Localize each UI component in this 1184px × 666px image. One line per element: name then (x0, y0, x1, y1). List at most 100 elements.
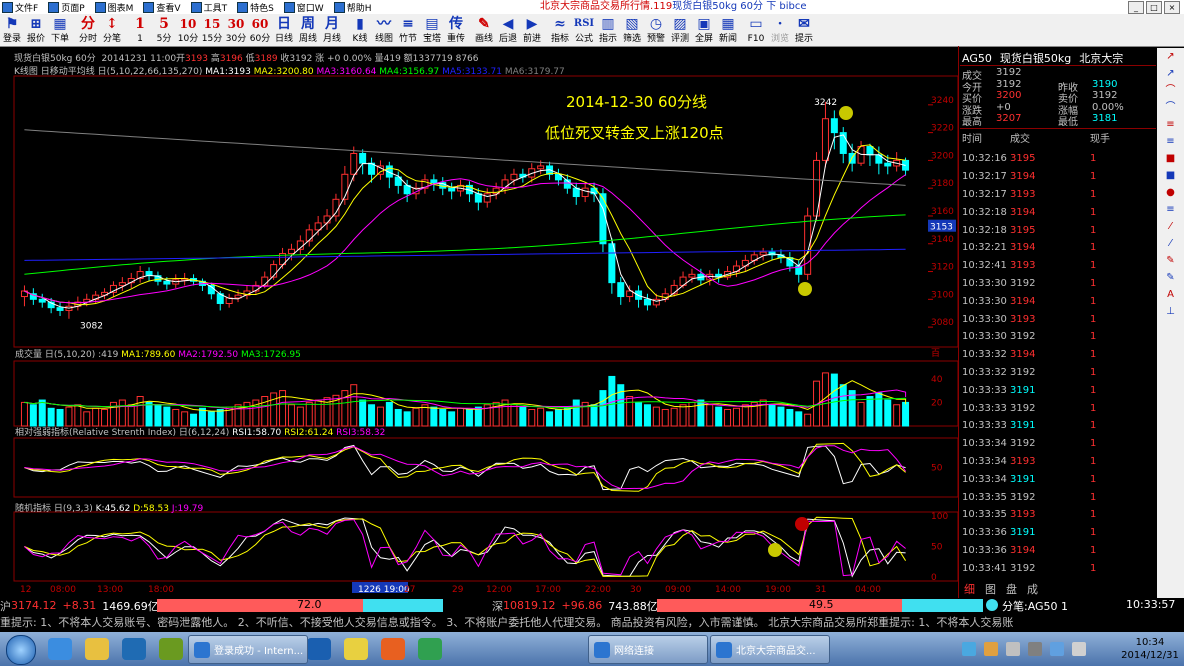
info-open: 3193 (185, 54, 208, 64)
toolbar-button-30[interactable]: ▭ F10 (744, 14, 768, 46)
start-button-icon[interactable] (6, 635, 36, 665)
toolbar-button-13[interactable]: 月月线 (320, 14, 344, 46)
taskbar-item-0[interactable]: 登录成功 - Intern... (188, 635, 308, 664)
quicklaunch-icon[interactable] (85, 638, 109, 660)
toolbar-button-32[interactable]: ✉ 提示 (792, 14, 816, 46)
toolbar-button-8[interactable]: 15 15分 (200, 14, 224, 46)
tray-icon[interactable] (1072, 642, 1086, 656)
drawing-tool-icon[interactable]: ↗ (1157, 48, 1184, 65)
quote-tab-2[interactable]: 盘 (1006, 581, 1017, 597)
drawing-tool-icon[interactable]: ≡ (1157, 133, 1184, 150)
menu-item-5[interactable]: 特色S (235, 1, 274, 14)
volume-bar (635, 401, 643, 427)
toolbar-button-27[interactable]: ▨ 评测 (668, 14, 692, 46)
drawing-tool-icon[interactable]: ● (1157, 184, 1184, 201)
drawing-tool-icon[interactable]: ✎ (1157, 252, 1184, 269)
toolbar-button-0[interactable]: ⚑ 登录 (0, 14, 24, 46)
kdj-tick-label: 50 (931, 543, 943, 553)
drawing-tool-icon[interactable]: ⊥ (1157, 303, 1184, 320)
menu-item-6[interactable]: 窗口W (282, 1, 324, 14)
toolbar-button-26[interactable]: ◷ 预警 (644, 14, 668, 46)
menu-item-2[interactable]: 图表M (93, 1, 133, 14)
toolbar-button-19[interactable]: ✎ 画线 (472, 14, 496, 46)
sz-index: 深 10819.12 +96.86 743.88亿 (492, 598, 658, 613)
toolbar-button-4[interactable]: ↕ 分笔 (100, 14, 124, 46)
taskbar-item-2[interactable]: 北京大宗商品交... (710, 635, 830, 664)
toolbar-button-14[interactable]: ▮ K线 (348, 14, 372, 46)
ma-legend: K线图 日移动平均线 日(5,10,22,66,135,270) MA1:319… (14, 64, 565, 77)
drawing-tool-icon[interactable]: ⁄ (1157, 235, 1184, 252)
quicklaunch-icon[interactable] (381, 638, 405, 660)
toolbar-button-20[interactable]: ◀ 后退 (496, 14, 520, 46)
quicklaunch-icon[interactable] (344, 638, 368, 660)
quicklaunch-icon[interactable] (48, 638, 72, 660)
drawing-tool-icon[interactable]: ■ (1157, 150, 1184, 167)
drawing-tool-icon[interactable]: A (1157, 286, 1184, 303)
menu-item-0[interactable]: 文件F (0, 1, 38, 14)
menu-item-1[interactable]: 页面P (46, 1, 85, 14)
tray-icon[interactable] (962, 642, 976, 656)
volume-bar (261, 396, 269, 427)
toolbar-button-21[interactable]: ▶ 前进 (520, 14, 544, 46)
sh-index: 沪 3174.12 +8.31 1469.69亿 (0, 598, 159, 613)
drawing-tool-icon[interactable]: ≡ (1157, 116, 1184, 133)
quote-name: 现货白银50kg (999, 52, 1072, 65)
info-high: 3196 (219, 54, 243, 64)
toolbar-button-24[interactable]: ▥ 指示 (596, 14, 620, 46)
quote-tab-3[interactable]: 成 (1027, 581, 1038, 597)
clock[interactable]: 10:34 2014/12/31 (1120, 636, 1180, 662)
toolbar-button-29[interactable]: ▦ 新闻 (716, 14, 740, 46)
toolbar-button-2[interactable]: ▦ 下单 (48, 14, 72, 46)
close-button[interactable]: × (1164, 1, 1180, 14)
toolbar-button-17[interactable]: ▤ 宝塔 (420, 14, 444, 46)
tray-icon[interactable] (1050, 642, 1064, 656)
toolbar-button-16[interactable]: ≡ 竹节 (396, 14, 420, 46)
toolbar-button-7[interactable]: 10 10分 (176, 14, 200, 46)
drawing-tool-icon[interactable]: ✎ (1157, 269, 1184, 286)
drawing-tool-icon[interactable]: ■ (1157, 167, 1184, 184)
menu-item-3[interactable]: 查看V (141, 1, 181, 14)
toolbar-button-9[interactable]: 30 30分 (224, 14, 248, 46)
drawing-tool-icon[interactable]: ⁄ (1157, 218, 1184, 235)
menu-item-4[interactable]: 工具T (189, 1, 227, 14)
quote-tab-1[interactable]: 图 (985, 581, 996, 597)
high-price-label: 3242 (814, 98, 837, 108)
tray-icon[interactable] (984, 642, 998, 656)
toolbar-button-23[interactable]: RSI 公式 (572, 14, 596, 46)
minimize-button[interactable]: _ (1128, 1, 1144, 14)
toolbar-button-11[interactable]: 日日线 (272, 14, 296, 46)
drawing-tool-icon[interactable]: ⌒ (1157, 82, 1184, 99)
ma-value: MA3:3160.64 (316, 67, 377, 77)
drawing-tool-icon[interactable]: ⌒ (1157, 99, 1184, 116)
candle-body (430, 179, 438, 184)
pane-header-value: K:45.62 (96, 504, 134, 514)
toolbar-button-18[interactable]: 传重传 (444, 14, 468, 46)
toolbar-button-28[interactable]: ▣ 全屏 (692, 14, 716, 46)
toolbar-button-15[interactable]: 〰线图 (372, 14, 396, 46)
toolbar-button-10[interactable]: 60 60分 (248, 14, 272, 46)
toolbar-button-6[interactable]: 5 5分 (152, 14, 176, 46)
toolbar-button-31[interactable]: · 浏览 (768, 14, 792, 46)
toolbar-button-12[interactable]: 周周线 (296, 14, 320, 46)
quicklaunch-icon[interactable] (122, 638, 146, 660)
window-title-red: 北京大宗商品交易所行情.119 (540, 1, 673, 12)
toolbar-button-25[interactable]: ▧ 筛选 (620, 14, 644, 46)
drawing-tool-icon[interactable]: ≡ (1157, 201, 1184, 218)
menu-item-7[interactable]: 帮助H (332, 1, 371, 14)
quicklaunch-icon[interactable] (418, 638, 442, 660)
maximize-button[interactable]: □ (1146, 1, 1162, 14)
tray-icon[interactable] (1028, 642, 1042, 656)
toolbar-button-22[interactable]: ≈ 指标 (548, 14, 572, 46)
pane-header-prefix: 随机指标 日(9,3,3) (15, 502, 96, 514)
toolbar-button-5[interactable]: 11 (128, 14, 152, 46)
taskbar-item-1[interactable]: 网络连接 (588, 635, 708, 664)
quote-tab-0[interactable]: 细 (964, 581, 975, 597)
volume-bar (848, 390, 856, 427)
quicklaunch-icon[interactable] (159, 638, 183, 660)
toolbar-button-3[interactable]: 分分时 (76, 14, 100, 46)
sz-amount: 743.88亿 (608, 599, 658, 613)
drawing-tool-icon[interactable]: ↗ (1157, 65, 1184, 82)
tray-icon[interactable] (1006, 642, 1020, 656)
quicklaunch-icon[interactable] (307, 638, 331, 660)
toolbar-button-1[interactable]: ⊞ 报价 (24, 14, 48, 46)
